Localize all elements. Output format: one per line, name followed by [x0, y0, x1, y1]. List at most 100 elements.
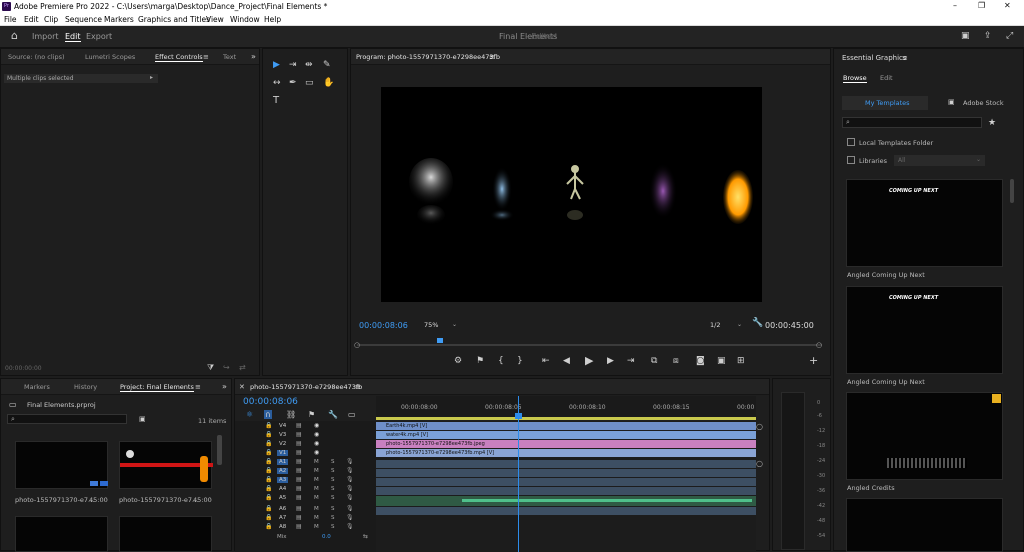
- clip-name-1[interactable]: photo-1557971370-e7...: [15, 496, 94, 504]
- export-clip-icon[interactable]: ↪: [223, 363, 230, 372]
- audio-clip-a6[interactable]: [376, 507, 756, 515]
- audio-clip-a3[interactable]: [376, 478, 756, 486]
- slip-tool-icon[interactable]: ↔: [273, 79, 281, 88]
- lock-icon[interactable]: 🔒: [265, 458, 272, 465]
- home-icon[interactable]: ⌂: [11, 30, 18, 41]
- snap-icon[interactable]: ⚛: [246, 410, 253, 419]
- microphone-icon[interactable]: 🎙: [346, 505, 354, 512]
- project-more-icon[interactable]: »: [222, 382, 227, 391]
- share-icon[interactable]: ⇪: [984, 32, 992, 41]
- clip-v2[interactable]: photo-1557971370-e7298ee473fb.jpeg: [376, 440, 756, 448]
- mix-value[interactable]: 0.0: [322, 534, 331, 540]
- lock-icon[interactable]: 🔒: [265, 494, 272, 501]
- clip-v3[interactable]: water4k.mp4 [V]: [376, 431, 756, 439]
- mark-out-icon[interactable]: }: [517, 357, 523, 366]
- workspaces-icon[interactable]: ▣: [961, 32, 970, 41]
- maximize-icon[interactable]: ❐: [978, 1, 985, 10]
- export-tab[interactable]: Export: [86, 32, 112, 41]
- menu-help[interactable]: Help: [264, 15, 281, 24]
- clip-thumbnail-3[interactable]: [15, 516, 108, 552]
- eye-icon[interactable]: ◉: [314, 431, 319, 438]
- track-area[interactable]: Earth4k.mp4 [V] water4k.mp4 [V] photo-15…: [376, 396, 756, 552]
- project-search-input[interactable]: ⌕: [7, 414, 127, 424]
- solo-button[interactable]: S: [331, 524, 335, 530]
- lock-icon[interactable]: 🔒: [265, 440, 272, 447]
- track-end-icon[interactable]: ○: [756, 459, 763, 468]
- menu-graphics-and-titles[interactable]: Graphics and Titles: [138, 15, 210, 24]
- template-thumb-2[interactable]: COMING UP NEXT: [846, 286, 1003, 374]
- sync-lock-icon[interactable]: ▤: [296, 505, 302, 512]
- solo-button[interactable]: S: [331, 506, 335, 512]
- ripple-edit-icon[interactable]: ⇹: [305, 61, 313, 70]
- mute-button[interactable]: M: [314, 524, 319, 530]
- timeline-settings-icon[interactable]: 🔧: [328, 410, 338, 419]
- track-label[interactable]: V4: [277, 423, 288, 429]
- sequence-tab[interactable]: photo-1557971370-e7298ee473fb: [250, 383, 362, 391]
- filter-icon[interactable]: ⧩: [207, 363, 214, 372]
- clip-thumbnail-1[interactable]: [15, 441, 108, 489]
- time-ruler[interactable]: 00:00:08:00 00:00:08:05 00:00:08:10 00:0…: [376, 396, 756, 420]
- audio-clip-a5[interactable]: [376, 496, 756, 506]
- lock-icon[interactable]: 🔒: [265, 505, 272, 512]
- tab-lumetri-scopes[interactable]: Lumetri Scopes: [85, 53, 135, 61]
- sync-lock-icon[interactable]: ▤: [296, 476, 302, 483]
- tab-browse[interactable]: Browse: [843, 74, 867, 83]
- quality-chevron-icon[interactable]: ⌄: [737, 321, 742, 328]
- adobe-stock-icon[interactable]: ▣: [948, 98, 955, 107]
- menu-edit[interactable]: Edit: [24, 15, 39, 24]
- import-tab[interactable]: Import: [32, 32, 59, 41]
- new-bin-icon[interactable]: ▣: [139, 415, 146, 424]
- go-to-in-icon[interactable]: ⇤: [542, 357, 550, 366]
- sync-lock-icon[interactable]: ▤: [296, 449, 302, 456]
- microphone-icon[interactable]: 🎙: [346, 467, 354, 474]
- template-thumb-3[interactable]: [846, 392, 1003, 480]
- microphone-icon[interactable]: 🎙: [346, 514, 354, 521]
- star-icon[interactable]: ★: [988, 119, 996, 128]
- lock-icon[interactable]: 🔒: [265, 523, 272, 530]
- clip-v4[interactable]: Earth4k.mp4 [V]: [376, 422, 756, 430]
- lock-icon[interactable]: 🔒: [265, 431, 272, 438]
- audio-clip-a4[interactable]: [376, 487, 756, 495]
- work-area-bar[interactable]: [376, 417, 756, 420]
- local-templates-checkbox[interactable]: [847, 138, 855, 146]
- play-icon[interactable]: ▶: [585, 355, 593, 366]
- program-title[interactable]: Program: photo-1557971370-e7298ee473fb: [356, 53, 500, 61]
- track-label[interactable]: A1: [277, 459, 289, 465]
- template-search-input[interactable]: ⌕: [842, 117, 982, 128]
- mix-pan-icon[interactable]: ⇆: [363, 533, 368, 540]
- mute-button[interactable]: M: [314, 459, 319, 465]
- wrench-icon[interactable]: 🔧: [752, 319, 763, 328]
- solo-button[interactable]: S: [331, 477, 335, 483]
- add-marker-icon[interactable]: ⚙: [454, 357, 462, 366]
- microphone-icon[interactable]: 🎙: [346, 494, 354, 501]
- panel-menu-icon[interactable]: ≡: [203, 53, 209, 62]
- lock-icon[interactable]: 🔒: [265, 467, 272, 474]
- playhead-marker[interactable]: [437, 338, 443, 343]
- program-timecode[interactable]: 00:00:08:06: [359, 321, 408, 330]
- lock-icon[interactable]: 🔒: [265, 476, 272, 483]
- mute-button[interactable]: M: [314, 506, 319, 512]
- menu-view[interactable]: View: [206, 15, 224, 24]
- track-end-icon[interactable]: ○: [756, 422, 763, 431]
- video-preview[interactable]: [381, 87, 762, 302]
- timeline-timecode[interactable]: 00:00:08:06: [243, 397, 298, 407]
- menu-window[interactable]: Window: [230, 15, 260, 24]
- tab-text[interactable]: Text: [223, 53, 236, 61]
- tab-history[interactable]: History: [74, 383, 97, 391]
- fullscreen-icon[interactable]: ⤢: [1006, 32, 1013, 41]
- microphone-icon[interactable]: 🎙: [346, 476, 354, 483]
- track-label[interactable]: V1: [277, 450, 289, 456]
- menu-clip[interactable]: Clip: [44, 15, 58, 24]
- comparison-view-icon[interactable]: ▣: [717, 357, 726, 366]
- loop-icon[interactable]: ⇄: [239, 363, 246, 372]
- multicam-icon[interactable]: ⊞: [737, 357, 745, 366]
- close-icon[interactable]: ✕: [1004, 1, 1011, 10]
- my-templates-tab[interactable]: My Templates: [842, 96, 928, 110]
- microphone-icon[interactable]: 🎙: [346, 458, 354, 465]
- track-label[interactable]: V2: [277, 441, 288, 447]
- eg-menu-icon[interactable]: ≡: [902, 54, 908, 63]
- template-thumb-4[interactable]: [846, 498, 1003, 552]
- sync-lock-icon[interactable]: ▤: [296, 467, 302, 474]
- rectangle-tool-icon[interactable]: ▭: [305, 79, 314, 88]
- type-tool-icon[interactable]: T: [273, 96, 279, 106]
